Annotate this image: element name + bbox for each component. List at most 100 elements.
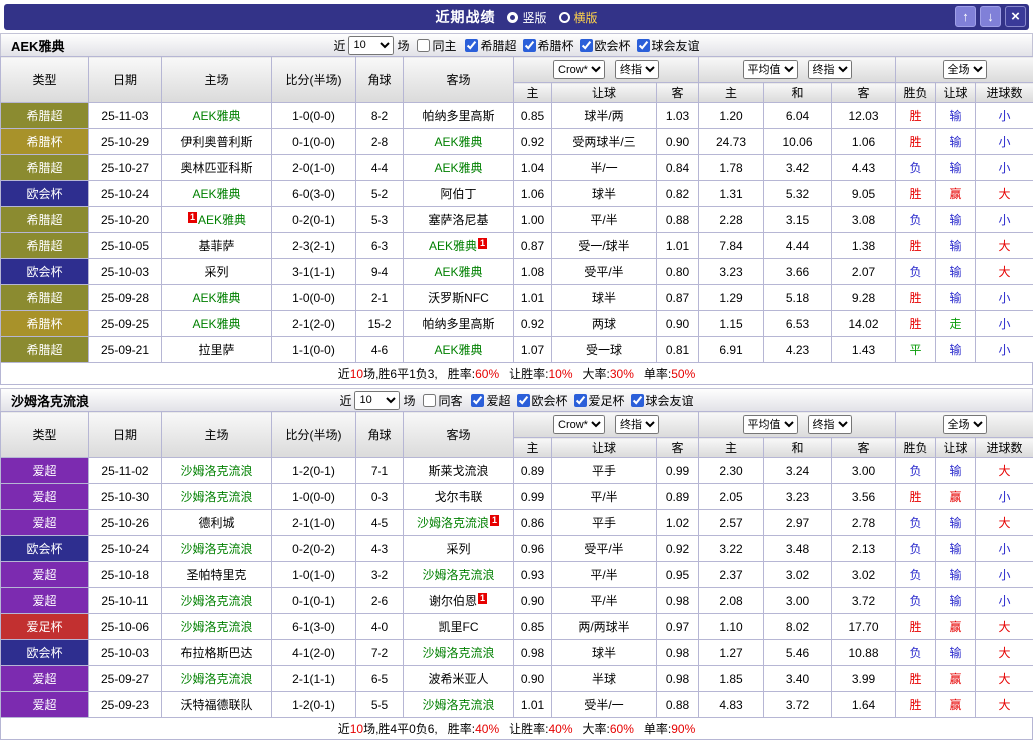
bookmaker-select[interactable]: Crow* [553, 60, 605, 79]
home-team-cell[interactable]: 基菲萨 [162, 233, 272, 259]
home-team-cell[interactable]: 沙姆洛克流浪 [162, 588, 272, 614]
away-team-cell[interactable]: 阿伯丁 [404, 181, 514, 207]
final-odds-select[interactable]: 终指 [615, 60, 659, 79]
book-home-odds-cell: 0.85 [514, 614, 552, 640]
home-team-cell[interactable]: 拉里萨 [162, 337, 272, 363]
away-team-cell[interactable]: AEK雅典 [404, 337, 514, 363]
league-filter[interactable]: 欧会杯 [511, 392, 568, 409]
average-select[interactable]: 平均值 [743, 415, 798, 434]
away-team-cell[interactable]: 波希米亚人 [404, 666, 514, 692]
away-team-cell[interactable]: 塞萨洛尼基 [404, 207, 514, 233]
date-cell: 25-10-29 [89, 129, 162, 155]
away-team-cell[interactable]: 沙姆洛克流浪 [404, 692, 514, 718]
home-team-cell[interactable]: AEK雅典 [162, 285, 272, 311]
league-filter[interactable]: 希腊超 [459, 37, 516, 54]
away-team-cell[interactable]: 采列 [404, 536, 514, 562]
final-odds-select2[interactable]: 终指 [808, 415, 852, 434]
book-home-odds-cell: 0.96 [514, 536, 552, 562]
handicap-result-cell: 输 [936, 640, 976, 666]
league-filter[interactable]: 爱足杯 [568, 392, 625, 409]
date-cell: 25-09-25 [89, 311, 162, 337]
away-team-cell[interactable]: 戈尔韦联 [404, 484, 514, 510]
away-team-cell[interactable]: 凯里FC [404, 614, 514, 640]
home-team-cell[interactable]: 伊利奥普利斯 [162, 129, 272, 155]
home-team-cell[interactable]: 沙姆洛克流浪 [162, 666, 272, 692]
league-checkbox[interactable] [471, 394, 484, 407]
match-count-select[interactable]: 10 [354, 391, 400, 410]
book-away-odds-cell: 0.88 [657, 207, 699, 233]
league-filter[interactable]: 欧会杯 [574, 37, 631, 54]
league-checkbox[interactable] [574, 394, 587, 407]
score-cell: 0-2(0-1) [272, 207, 356, 233]
away-team-cell[interactable]: AEK雅典1 [404, 233, 514, 259]
home-team-cell[interactable]: 采列 [162, 259, 272, 285]
layout-radio-vertical[interactable]: 竖版 [507, 9, 546, 26]
home-team-cell[interactable]: AEK雅典 [162, 311, 272, 337]
sub-header-home-odds: 主 [514, 83, 552, 103]
summary-bar: 近10场,胜4平0负6,胜率:40%让胜率:40%大率:60%单率:90% [0, 718, 1033, 740]
league-checkbox[interactable] [580, 39, 593, 52]
handicap-cell: 平/半 [552, 562, 657, 588]
league-filter[interactable]: 球会友谊 [625, 392, 694, 409]
handicap-result-cell: 输 [936, 103, 976, 129]
home-team-cell[interactable]: 沙姆洛克流浪 [162, 458, 272, 484]
away-team-cell[interactable]: 沙姆洛克流浪1 [404, 510, 514, 536]
away-team-cell[interactable]: 帕纳多里高斯 [404, 103, 514, 129]
bookmaker-select[interactable]: Crow* [553, 415, 605, 434]
home-team-cell[interactable]: 1AEK雅典 [162, 207, 272, 233]
scope-select[interactable]: 全场 [943, 60, 987, 79]
home-team-cell[interactable]: 德利城 [162, 510, 272, 536]
home-team-cell[interactable]: AEK雅典 [162, 181, 272, 207]
away-team-cell[interactable]: AEK雅典 [404, 259, 514, 285]
page-title: 近期战绩 [435, 7, 495, 27]
same-venue-checkbox[interactable] [417, 39, 430, 52]
final-odds-select2[interactable]: 终指 [808, 60, 852, 79]
scope-select[interactable]: 全场 [943, 415, 987, 434]
layout-radio-horizontal[interactable]: 横版 [559, 9, 598, 26]
league-checkbox[interactable] [517, 394, 530, 407]
scroll-down-button[interactable]: ↓ [980, 6, 1001, 27]
league-filter[interactable]: 球会友谊 [631, 37, 700, 54]
same-venue-filter[interactable]: 同客 [418, 392, 462, 409]
summary-stat: 让胜率:40% [509, 720, 572, 737]
home-team-cell[interactable]: 奥林匹亚科斯 [162, 155, 272, 181]
average-select[interactable]: 平均值 [743, 60, 798, 79]
match-count-select[interactable]: 10 [348, 36, 394, 55]
home-team-cell[interactable]: AEK雅典 [162, 103, 272, 129]
home-team-cell[interactable]: 沙姆洛克流浪 [162, 536, 272, 562]
home-team-cell[interactable]: 沙姆洛克流浪 [162, 484, 272, 510]
away-team-cell[interactable]: 沃罗斯NFC [404, 285, 514, 311]
league-filter[interactable]: 爱超 [465, 392, 510, 409]
book-odds-header: Crow* 终指 [514, 412, 699, 438]
home-team-cell[interactable]: 圣帕特里克 [162, 562, 272, 588]
team-name: 拉里萨 [198, 343, 234, 357]
avg-away-odds-cell: 9.05 [832, 181, 896, 207]
league-checkbox[interactable] [631, 394, 644, 407]
date-cell: 25-10-24 [89, 181, 162, 207]
col-header-date: 日期 [89, 412, 162, 458]
close-button[interactable]: × [1005, 6, 1026, 27]
games-label: 场 [397, 37, 409, 54]
away-team-cell[interactable]: 帕纳多里高斯 [404, 311, 514, 337]
away-team-cell[interactable]: 谢尔伯恩1 [404, 588, 514, 614]
same-venue-checkbox[interactable] [423, 394, 436, 407]
team-name: 沃罗斯NFC [428, 291, 489, 305]
league-checkbox[interactable] [637, 39, 650, 52]
away-team-cell[interactable]: AEK雅典 [404, 129, 514, 155]
score-cell: 4-1(2-0) [272, 640, 356, 666]
league-checkbox[interactable] [523, 39, 536, 52]
away-team-cell[interactable]: 沙姆洛克流浪 [404, 562, 514, 588]
home-team-cell[interactable]: 布拉格斯巴达 [162, 640, 272, 666]
final-odds-select[interactable]: 终指 [615, 415, 659, 434]
away-team-cell[interactable]: 沙姆洛克流浪 [404, 640, 514, 666]
away-team-cell[interactable]: AEK雅典 [404, 155, 514, 181]
same-venue-filter[interactable]: 同主 [412, 37, 456, 54]
home-team-cell[interactable]: 沃特福德联队 [162, 692, 272, 718]
scroll-up-button[interactable]: ↑ [955, 6, 976, 27]
home-team-cell[interactable]: 沙姆洛克流浪 [162, 614, 272, 640]
score-cell: 2-1(1-1) [272, 666, 356, 692]
league-checkbox[interactable] [465, 39, 478, 52]
away-team-cell[interactable]: 斯莱戈流浪 [404, 458, 514, 484]
league-cell: 希腊超 [1, 337, 89, 363]
league-filter[interactable]: 希腊杯 [517, 37, 574, 54]
